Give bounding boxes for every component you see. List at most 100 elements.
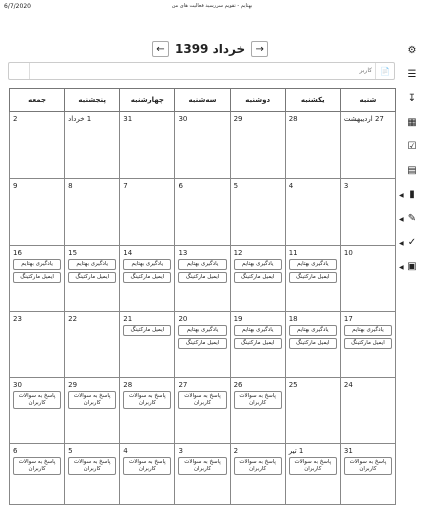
day-cell[interactable]: 26 پاسخ به سوالات کاربران bbox=[229, 377, 286, 444]
weekday-header: جمعه bbox=[8, 88, 66, 112]
day-cell[interactable]: 20 یادگیری بهتایم ایمیل مارکتینگ bbox=[174, 311, 231, 378]
event-chip[interactable]: پاسخ به سوالات کاربران bbox=[68, 391, 117, 409]
day-cell[interactable]: 1 تیر پاسخ به سوالات کاربران bbox=[284, 443, 341, 505]
event-chip[interactable]: پاسخ به سوالات کاربران bbox=[233, 457, 282, 475]
day-cell[interactable]: 24 bbox=[339, 377, 397, 444]
day-number: 31 bbox=[343, 447, 353, 455]
day-cell[interactable]: 4 پاسخ به سوالات کاربران bbox=[119, 443, 176, 505]
event-chip[interactable]: پاسخ به سوالات کاربران bbox=[233, 391, 282, 409]
event-chip[interactable]: ایمیل مارکتینگ bbox=[123, 325, 172, 336]
day-cell[interactable]: 8 bbox=[64, 178, 121, 246]
table-icon[interactable]: ▦ bbox=[405, 116, 419, 130]
day-cell[interactable]: 30 پاسخ به سوالات کاربران bbox=[8, 377, 66, 444]
day-cell[interactable]: 3 bbox=[339, 178, 397, 246]
day-cell[interactable]: 10 bbox=[339, 245, 397, 312]
day-cell[interactable]: 3 پاسخ به سوالات کاربران bbox=[174, 443, 231, 505]
day-cell[interactable]: 2 bbox=[8, 111, 66, 179]
event-chip[interactable]: یادگیری بهتایم bbox=[233, 259, 282, 270]
event-chip[interactable]: ایمیل مارکتینگ bbox=[343, 338, 392, 349]
day-cell[interactable]: 30 bbox=[174, 111, 231, 179]
day-cell[interactable]: 12 یادگیری بهتایم ایمیل مارکتینگ bbox=[229, 245, 286, 312]
event-chip[interactable]: پاسخ به سوالات کاربران bbox=[123, 391, 172, 409]
event-chip[interactable]: ایمیل مارکتینگ bbox=[123, 272, 172, 283]
day-cell[interactable]: 5 پاسخ به سوالات کاربران bbox=[64, 443, 121, 505]
event-chip[interactable]: یادگیری بهتایم bbox=[343, 325, 392, 336]
day-cell[interactable]: 19 یادگیری بهتایم ایمیل مارکتینگ bbox=[229, 311, 286, 378]
filter-clear-area[interactable] bbox=[9, 63, 30, 79]
calendar-body: 27 اردیبهشت 28 29 30 31 1 خرداد 2 3 4 5 6 7 8 9 10 11 یا… bbox=[8, 111, 397, 505]
event-chip[interactable]: ایمیل مارکتینگ bbox=[233, 272, 282, 283]
file-icon[interactable]: ◀ ▮ bbox=[399, 188, 419, 202]
day-cell[interactable]: 6 bbox=[174, 178, 231, 246]
week-row: 10 11 یادگیری بهتایم ایمیل مارکتینگ 12 یادگیر… bbox=[8, 245, 397, 312]
day-cell[interactable]: 23 bbox=[8, 311, 66, 378]
day-cell[interactable]: 21 ایمیل مارکتینگ bbox=[119, 311, 176, 378]
day-cell[interactable]: 4 bbox=[284, 178, 341, 246]
event-chip[interactable]: یادگیری بهتایم bbox=[288, 325, 337, 336]
day-cell[interactable]: 9 bbox=[8, 178, 66, 246]
event-chip[interactable]: ایمیل مارکتینگ bbox=[288, 338, 337, 349]
event-chip[interactable]: یادگیری بهتایم bbox=[288, 259, 337, 270]
event-chip[interactable]: پاسخ به سوالات کاربران bbox=[68, 457, 117, 475]
day-cell[interactable]: 11 یادگیری بهتایم ایمیل مارکتینگ bbox=[284, 245, 341, 312]
day-cell[interactable]: 29 bbox=[229, 111, 286, 179]
event-chip[interactable]: ایمیل مارکتینگ bbox=[288, 272, 337, 283]
user-search-input[interactable] bbox=[42, 65, 372, 76]
users-cog-icon[interactable]: ⚙ bbox=[405, 44, 419, 58]
event-chip[interactable]: پاسخ به سوالات کاربران bbox=[123, 457, 172, 475]
event-chip[interactable]: پاسخ به سوالات کاربران bbox=[178, 457, 227, 475]
day-cell[interactable]: 17 یادگیری بهتایم ایمیل مارکتینگ bbox=[339, 311, 397, 378]
prev-month-button[interactable]: ← bbox=[152, 41, 169, 57]
event-chip[interactable]: یادگیری بهتایم bbox=[68, 259, 117, 270]
event-chip[interactable]: ایمیل مارکتینگ bbox=[233, 338, 282, 349]
day-number: 12 bbox=[233, 249, 243, 257]
day-cell[interactable]: 1 خرداد bbox=[64, 111, 121, 179]
day-cell[interactable]: 16 یادگیری بهتایم ایمیل مارکتینگ bbox=[8, 245, 66, 312]
event-chip[interactable]: پاسخ به سوالات کاربران bbox=[13, 391, 62, 409]
day-cell[interactable]: 5 bbox=[229, 178, 286, 246]
day-cell[interactable]: 7 bbox=[119, 178, 176, 246]
event-chip[interactable]: یادگیری بهتایم bbox=[123, 259, 172, 270]
day-cell[interactable]: 6 پاسخ به سوالات کاربران bbox=[8, 443, 66, 505]
event-chip[interactable]: پاسخ به سوالات کاربران bbox=[178, 391, 227, 409]
event-chip[interactable]: ایمیل مارکتینگ bbox=[178, 338, 227, 349]
day-cell[interactable]: 14 یادگیری بهتایم ایمیل مارکتینگ bbox=[119, 245, 176, 312]
next-month-button[interactable]: → bbox=[251, 41, 269, 57]
day-cell[interactable]: 13 یادگیری بهتایم ایمیل مارکتینگ bbox=[174, 245, 231, 312]
list-icon[interactable]: ☰ bbox=[405, 68, 419, 82]
cards-icon[interactable]: ▤ bbox=[405, 164, 419, 178]
day-number: 24 bbox=[343, 381, 353, 389]
event-chip[interactable]: یادگیری بهتایم bbox=[13, 259, 62, 270]
pen-icon[interactable]: ◀ ✎ bbox=[399, 212, 419, 226]
weekday-header: سه‌شنبه bbox=[174, 88, 231, 112]
week-row: 24 25 26 پاسخ به سوالات کاربران 27 پاسخ به سو… bbox=[8, 377, 397, 444]
day-cell[interactable]: 2 پاسخ به سوالات کاربران bbox=[229, 443, 286, 505]
event-chip[interactable]: ایمیل مارکتینگ bbox=[13, 272, 62, 283]
event-chip[interactable]: ایمیل مارکتینگ bbox=[178, 272, 227, 283]
grid-icon[interactable]: ◀ ▣ bbox=[399, 260, 419, 274]
day-cell[interactable]: 29 پاسخ به سوالات کاربران bbox=[64, 377, 121, 444]
event-chip[interactable]: یادگیری بهتایم bbox=[233, 325, 282, 336]
event-chip[interactable]: یادگیری بهتایم bbox=[178, 259, 227, 270]
event-chip[interactable]: پاسخ به سوالات کاربران bbox=[288, 457, 337, 475]
day-cell[interactable]: 28 پاسخ به سوالات کاربران bbox=[119, 377, 176, 444]
download-icon[interactable]: ↧ bbox=[405, 92, 419, 106]
day-cell[interactable]: 31 پاسخ به سوالات کاربران bbox=[339, 443, 397, 505]
calendar-check-icon[interactable]: ☑ bbox=[405, 140, 419, 154]
event-chip[interactable]: پاسخ به سوالات کاربران bbox=[343, 457, 392, 475]
day-cell[interactable]: 15 یادگیری بهتایم ایمیل مارکتینگ bbox=[64, 245, 121, 312]
weekday-header-row: شنبه یکشنبه دوشنبه سه‌شنبه چهارشنبه پنجش… bbox=[8, 88, 397, 112]
day-cell[interactable]: 31 bbox=[119, 111, 176, 179]
check-square-icon[interactable]: ◀ ✓ bbox=[399, 236, 419, 250]
day-cell[interactable]: 27 پاسخ به سوالات کاربران bbox=[174, 377, 231, 444]
day-cell[interactable]: 28 bbox=[284, 111, 341, 179]
day-cell[interactable]: 22 bbox=[64, 311, 121, 378]
day-cell[interactable]: 18 یادگیری بهتایم ایمیل مارکتینگ bbox=[284, 311, 341, 378]
event-chip[interactable]: یادگیری بهتایم bbox=[178, 325, 227, 336]
day-cell[interactable]: 25 bbox=[284, 377, 341, 444]
document-icon[interactable]: 📄 bbox=[375, 63, 394, 79]
event-chip[interactable]: پاسخ به سوالات کاربران bbox=[13, 457, 62, 475]
event-chip[interactable]: ایمیل مارکتینگ bbox=[68, 272, 117, 283]
day-cell[interactable]: 27 اردیبهشت bbox=[339, 111, 397, 179]
day-number: 27 bbox=[178, 381, 188, 389]
